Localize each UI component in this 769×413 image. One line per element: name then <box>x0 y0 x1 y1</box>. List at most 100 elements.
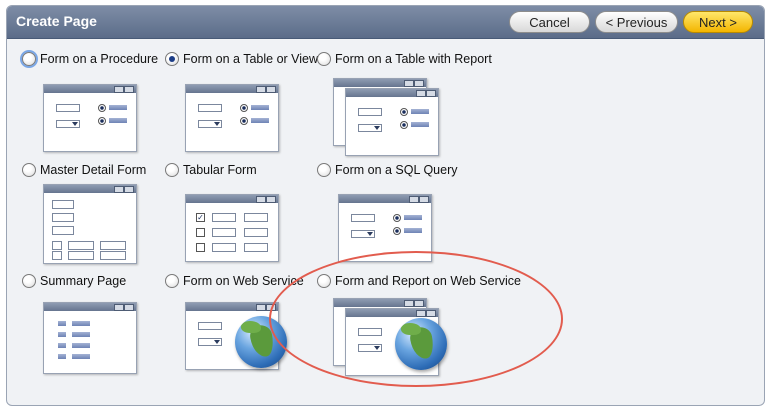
previous-button[interactable]: < Previous <box>595 11 678 33</box>
option-label: Master Detail Form <box>40 163 147 177</box>
window-button <box>114 86 124 93</box>
window-button <box>404 80 414 87</box>
option-form-on-table-with-report[interactable]: Form on a Table with Report <box>317 52 492 66</box>
option-label: Form on a SQL Query <box>335 163 458 177</box>
cell-shape <box>212 243 236 252</box>
radio-shape <box>98 117 106 125</box>
label-shape <box>72 321 90 326</box>
window-button <box>266 196 276 203</box>
dropdown-shape <box>56 120 80 128</box>
cell-shape <box>52 200 74 209</box>
dropdown-shape <box>198 120 222 128</box>
cancel-button[interactable]: Cancel <box>509 11 590 33</box>
radio-form-on-sql-query[interactable] <box>317 163 331 177</box>
window-button <box>266 86 276 93</box>
window-button <box>124 186 134 193</box>
window-title-bar <box>186 303 278 311</box>
text-field-shape <box>198 322 222 330</box>
option-master-detail-form[interactable]: Master Detail Form <box>22 163 146 177</box>
form-window-icon <box>43 84 137 152</box>
label-shape <box>251 118 269 123</box>
radio-shape <box>240 117 248 125</box>
window-button <box>256 86 266 93</box>
window-title-bar <box>346 89 438 97</box>
dropdown-shape <box>358 124 382 132</box>
option-label: Form on a Table with Report <box>335 52 492 66</box>
form-window-icon <box>185 84 279 152</box>
form-window-icon <box>345 88 439 156</box>
window-title-bar <box>334 79 426 87</box>
summary-window-icon <box>43 302 137 374</box>
label-shape <box>58 332 66 337</box>
option-form-on-procedure[interactable]: Form on a Procedure <box>22 52 158 66</box>
checkbox-shape <box>196 228 205 237</box>
window-button <box>256 304 266 311</box>
radio-master-detail-form[interactable] <box>22 163 36 177</box>
radio-shape <box>98 104 106 112</box>
radio-shape <box>393 227 401 235</box>
dropdown-shape <box>351 230 375 238</box>
radio-form-on-table-with-report[interactable] <box>317 52 331 66</box>
label-shape <box>72 354 90 359</box>
panel-header: Create Page Cancel < Previous Next > <box>7 6 764 39</box>
radio-summary-page[interactable] <box>22 274 36 288</box>
option-label: Form on a Table or View <box>183 52 319 66</box>
window-button <box>409 196 419 203</box>
page-title: Create Page <box>16 13 97 29</box>
cell-shape <box>100 241 126 250</box>
cell-shape <box>100 251 126 260</box>
label-shape <box>109 118 127 123</box>
radio-shape <box>400 108 408 116</box>
checkbox-shape: ✓ <box>196 213 205 222</box>
label-shape <box>404 228 422 233</box>
label-shape <box>251 105 269 110</box>
radio-tabular-form[interactable] <box>165 163 179 177</box>
option-label: Form on a Procedure <box>40 52 159 66</box>
checkbox-shape <box>196 243 205 252</box>
next-button[interactable]: Next > <box>683 11 753 33</box>
highlight-ring <box>269 251 563 387</box>
text-field-shape <box>351 214 375 222</box>
option-form-on-sql-query[interactable]: Form on a SQL Query <box>317 163 458 177</box>
window-button <box>124 304 134 311</box>
window-title-bar <box>186 85 278 93</box>
label-shape <box>58 321 66 326</box>
option-summary-page[interactable]: Summary Page <box>22 274 126 288</box>
option-label: Summary Page <box>40 274 127 288</box>
cell-shape <box>212 228 236 237</box>
radio-form-on-procedure[interactable] <box>22 52 36 66</box>
cell-shape <box>244 213 268 222</box>
window-button <box>256 196 266 203</box>
window-title-bar <box>339 195 431 203</box>
radio-form-on-table-or-view[interactable] <box>165 52 179 66</box>
window-button <box>419 196 429 203</box>
label-shape <box>411 109 429 114</box>
label-shape <box>58 354 66 359</box>
label-shape <box>58 343 66 348</box>
cell-shape <box>68 251 94 260</box>
window-button <box>124 86 134 93</box>
cell-shape <box>244 243 268 252</box>
window-button <box>426 90 436 97</box>
text-field-shape <box>56 104 80 112</box>
label-shape <box>72 332 90 337</box>
text-field-shape <box>198 104 222 112</box>
cell-shape <box>52 226 74 235</box>
cell-shape <box>52 251 62 260</box>
option-tabular-form[interactable]: Tabular Form <box>165 163 257 177</box>
cell-shape <box>52 213 74 222</box>
cell-shape <box>212 213 236 222</box>
window-button <box>416 90 426 97</box>
window-button <box>114 186 124 193</box>
label-shape <box>109 105 127 110</box>
cell-shape <box>68 241 94 250</box>
option-form-on-web-service[interactable]: Form on Web Service <box>165 274 304 288</box>
window-title-bar <box>44 303 136 311</box>
window-title-bar <box>44 185 136 193</box>
text-field-shape <box>358 108 382 116</box>
label-shape <box>72 343 90 348</box>
radio-form-on-web-service[interactable] <box>165 274 179 288</box>
option-form-on-table-or-view[interactable]: Form on a Table or View <box>165 52 318 66</box>
create-page-panel: Create Page Cancel < Previous Next > For… <box>6 5 765 406</box>
radio-shape <box>400 121 408 129</box>
